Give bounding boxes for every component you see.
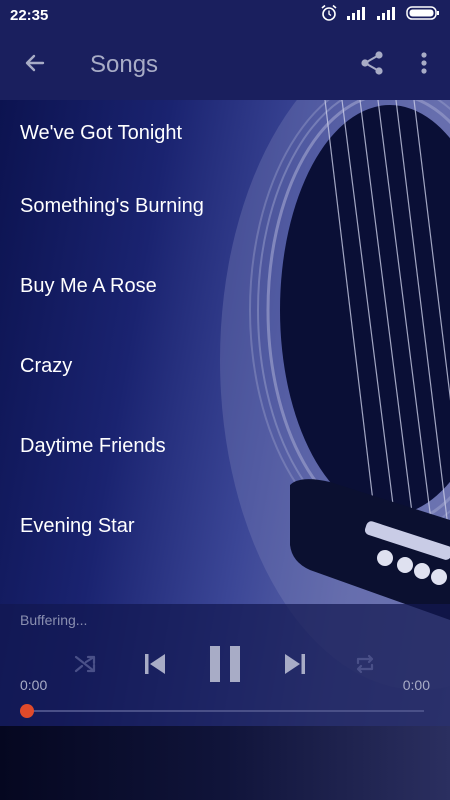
shuffle-button[interactable] bbox=[65, 646, 105, 686]
total-duration: 0:00 bbox=[402, 677, 430, 693]
player-panel: Buffering... 0:00 0:00 bbox=[0, 604, 450, 726]
skip-previous-icon bbox=[142, 651, 168, 682]
share-button[interactable] bbox=[346, 30, 398, 100]
song-list: We've Got Tonight Something's Burning Bu… bbox=[0, 100, 450, 604]
status-bar: 22:35 bbox=[0, 0, 450, 30]
song-item[interactable]: Evening Star bbox=[0, 486, 450, 566]
signal-icon-2 bbox=[376, 6, 398, 25]
more-options-button[interactable] bbox=[398, 30, 450, 100]
battery-icon bbox=[406, 5, 440, 25]
pause-icon bbox=[209, 645, 241, 687]
signal-icon bbox=[346, 6, 368, 25]
repeat-button[interactable] bbox=[345, 646, 385, 686]
share-icon bbox=[359, 50, 385, 81]
status-icons bbox=[320, 4, 440, 27]
previous-button[interactable] bbox=[135, 646, 175, 686]
seek-track bbox=[20, 710, 424, 712]
song-item[interactable]: Something's Burning bbox=[0, 166, 450, 246]
back-button[interactable] bbox=[0, 30, 70, 100]
elapsed-time: 0:00 bbox=[20, 677, 48, 693]
page-title: Songs bbox=[90, 51, 159, 78]
song-item[interactable]: Daytime Friends bbox=[0, 406, 450, 486]
app-bar: Songs bbox=[0, 30, 450, 100]
seek-bar[interactable] bbox=[20, 704, 424, 718]
player-status: Buffering... bbox=[20, 612, 88, 628]
repeat-icon bbox=[353, 652, 377, 681]
more-vert-icon bbox=[420, 51, 428, 80]
song-item[interactable]: Crazy bbox=[0, 326, 450, 406]
shuffle-icon bbox=[73, 652, 97, 681]
song-item[interactable]: Buy Me A Rose bbox=[0, 246, 450, 326]
status-time: 22:35 bbox=[10, 6, 49, 24]
song-item[interactable]: We've Got Tonight bbox=[0, 100, 450, 166]
arrow-back-icon bbox=[23, 51, 47, 80]
next-button[interactable] bbox=[275, 646, 315, 686]
pause-button[interactable] bbox=[203, 644, 247, 688]
alarm-icon bbox=[320, 4, 338, 27]
seek-thumb[interactable] bbox=[20, 704, 34, 718]
bottom-area bbox=[0, 726, 450, 800]
skip-next-icon bbox=[282, 651, 308, 682]
